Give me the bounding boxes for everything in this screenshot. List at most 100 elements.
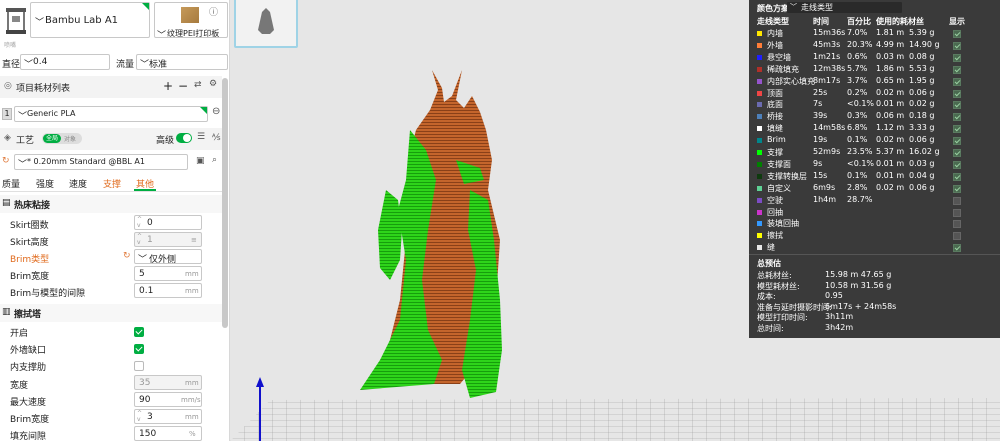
show-checkbox[interactable] (953, 196, 961, 205)
col-header-filament: 使用的耗材丝 (876, 17, 924, 26)
reset-icon[interactable]: ↻ (123, 251, 131, 261)
line-type-name: 自定义 (767, 183, 791, 193)
line-type-swatch (757, 90, 762, 96)
settings-scrollbar[interactable] (222, 78, 228, 328)
z-axis-arrow (256, 377, 264, 387)
line-type-time: 19s (813, 135, 828, 145)
show-checkbox[interactable] (953, 77, 961, 86)
gear-icon[interactable]: ⚙ (209, 79, 217, 89)
line-type-length: 4.99 m (876, 39, 905, 49)
global-object-toggle[interactable]: 全局 对象 (42, 133, 82, 144)
printer-icon[interactable] (4, 6, 28, 36)
compare-icon[interactable]: ⅍ (212, 132, 221, 143)
brim-width-label: Brim宽度 (10, 272, 50, 282)
line-type-swatch (757, 78, 762, 84)
tab-strength[interactable]: 强度 (36, 177, 54, 190)
stats-header-row: 走线类型 时间 百分比 使用的耗材丝 显示 (749, 16, 1000, 27)
line-type-weight: 0.03 g (909, 158, 935, 168)
brim-gap-input[interactable]: 0.1 mm (134, 283, 202, 298)
infill-gap-label: 填充间隙 (10, 432, 47, 441)
infill-gap-input[interactable]: 150 % (134, 426, 202, 441)
show-checkbox[interactable] (953, 149, 961, 157)
brim-width-input[interactable]: 5 mm (134, 266, 202, 281)
list-icon[interactable]: ☰ (197, 132, 205, 142)
show-checkbox[interactable] (953, 137, 961, 146)
stats-row: 悬空墙 1m21s 0.6% 0.03 m 0.08 g (749, 52, 1000, 63)
info-icon[interactable]: ⓘ (209, 5, 218, 18)
sync-icon[interactable]: ⇄ (194, 80, 202, 90)
filament-select[interactable]: ﹀ Generic PLA (14, 106, 208, 122)
printer-selector[interactable]: ﹀ Bambu Lab A1 (30, 2, 150, 38)
skirt-loops-input[interactable]: ^ v 0 (134, 215, 202, 230)
plate-thumbnail (181, 7, 199, 23)
tab-speed[interactable]: 速度 (69, 177, 87, 190)
stepper-icon[interactable]: ^ v (137, 217, 142, 229)
process-title: 工艺 (16, 136, 35, 146)
line-type-time: 12m38s (813, 63, 846, 73)
infill-gap-value: 150 (139, 429, 157, 439)
show-checkbox[interactable] (953, 65, 961, 74)
prime-enable-checkbox[interactable] (134, 327, 144, 337)
stats-row: 支撑 52m9s 23.5% 5.37 m 16.02 g (749, 147, 1000, 158)
plate-name: 纹理PEI打印板 (167, 29, 220, 38)
show-checkbox[interactable] (953, 208, 961, 217)
remove-icon[interactable]: − (178, 79, 188, 93)
save-icon[interactable]: ▣ (196, 156, 205, 166)
brim-type-select[interactable]: ﹀ 仅外侧 (134, 249, 202, 265)
tab-quality[interactable]: 质量 (2, 177, 20, 190)
totals-label: 模型打印时间: (757, 313, 808, 322)
tower-brim-width-input[interactable]: ^ v 3 mm (134, 409, 202, 424)
nozzle-section-label: 喷嘴 (4, 42, 17, 49)
process-preset-select[interactable]: ﹀ * 0.20mm Standard @BBL A1 (14, 154, 188, 170)
tower-brim-width-label: Brim宽度 (10, 415, 50, 425)
printer-name: Bambu Lab A1 (45, 15, 119, 26)
tower-width-input[interactable]: 35 mm (134, 375, 202, 390)
stepper-icon[interactable]: ^ v (137, 234, 142, 246)
toggle-all[interactable]: 全局 (43, 134, 61, 143)
show-checkbox[interactable] (953, 89, 961, 98)
line-type-percent: 7.0% (847, 28, 868, 37)
show-checkbox[interactable] (953, 113, 961, 122)
show-checkbox[interactable] (953, 184, 961, 193)
line-type-length: 1.12 m (876, 123, 905, 133)
line-type-swatch (757, 173, 762, 179)
flow-select[interactable]: ﹀ 标准 (136, 54, 228, 70)
inner-rib-checkbox[interactable] (134, 361, 144, 371)
show-checkbox[interactable] (953, 30, 961, 38)
show-checkbox[interactable] (953, 232, 961, 241)
line-type-weight: 0.02 g (909, 99, 935, 109)
show-checkbox[interactable] (953, 244, 961, 253)
stats-row: 内墙 15m36s 7.0% 1.81 m 5.39 g (749, 28, 1000, 39)
tab-support[interactable]: 支撑 (103, 177, 121, 190)
line-type-time: 52m9s (813, 147, 841, 156)
max-speed-input[interactable]: 90 mm/s (134, 392, 202, 407)
tower-width-unit: mm (185, 379, 199, 387)
outer-gap-checkbox[interactable] (134, 344, 144, 354)
prime-enable-label: 开启 (10, 329, 29, 339)
build-plate (230, 398, 1000, 441)
show-checkbox[interactable] (953, 220, 961, 229)
stepper-icon[interactable]: ^ v (137, 411, 142, 423)
advanced-toggle[interactable] (176, 133, 192, 143)
show-checkbox[interactable] (953, 101, 961, 110)
show-checkbox[interactable] (953, 160, 961, 169)
diameter-select[interactable]: ﹀ 0.4 (20, 54, 110, 70)
search-icon[interactable]: ⌕ (212, 155, 217, 165)
show-checkbox[interactable] (953, 125, 961, 134)
line-type-length: 0.01 m (876, 170, 905, 180)
prime-tower-header: ▥ 擦拭塔 (0, 304, 222, 322)
line-type-name: 稀疏填充 (767, 64, 799, 74)
line-type-swatch (757, 66, 762, 72)
filament-menu-icon[interactable]: ⊖ (212, 106, 220, 117)
show-checkbox[interactable] (953, 41, 961, 50)
plate-selector[interactable]: ⓘ ﹀ 纹理PEI打印板 (154, 2, 228, 41)
show-checkbox[interactable] (953, 53, 961, 62)
color-scheme-select[interactable]: ﹀ 走线类型 (787, 2, 902, 13)
reset-icon[interactable]: ↻ (2, 156, 10, 166)
line-type-weight: 0.04 g (909, 170, 935, 180)
skirt-height-input[interactable]: ^ v 1 ≡ (134, 232, 202, 247)
line-type-percent: 0.1% (847, 170, 868, 180)
toggle-object[interactable]: 对象 (64, 134, 76, 143)
add-icon[interactable]: + (163, 79, 173, 93)
show-checkbox[interactable] (953, 172, 961, 181)
